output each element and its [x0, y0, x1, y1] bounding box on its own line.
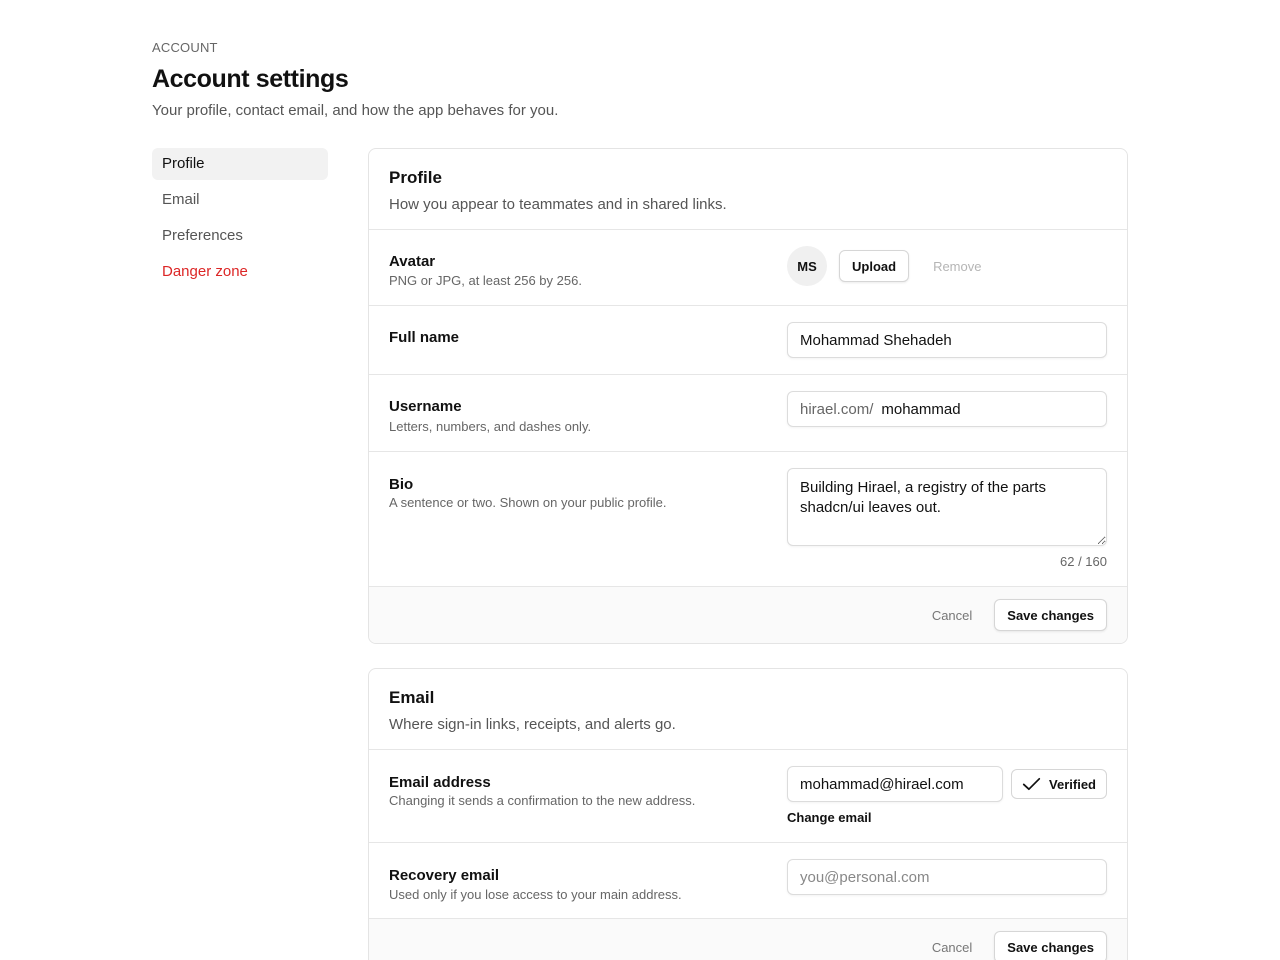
avatar-hint: PNG or JPG, at least 256 by 256. — [389, 273, 582, 288]
bio-hint: A sentence or two. Shown on your public … — [389, 495, 667, 510]
sidebar-item-danger-zone[interactable]: Danger zone — [152, 256, 328, 288]
sidebar-item-email[interactable]: Email — [152, 184, 328, 216]
verified-label: Verified — [1049, 776, 1096, 792]
email-address-input[interactable] — [787, 766, 1003, 802]
email-save-button[interactable]: Save changes — [994, 931, 1107, 960]
bio-textarea[interactable]: Building Hirael, a registry of the parts… — [787, 468, 1107, 546]
recovery-email-hint: Used only if you lose access to your mai… — [389, 887, 682, 902]
upload-avatar-button[interactable]: Upload — [839, 250, 910, 282]
verified-badge: Verified — [1011, 769, 1107, 799]
email-address-label: Email address — [389, 774, 491, 791]
remove-avatar-button[interactable]: Remove — [921, 250, 993, 282]
profile-save-button[interactable]: Save changes — [994, 599, 1107, 631]
username-label: Username — [389, 398, 462, 415]
page-eyebrow: ACCOUNT — [152, 40, 218, 55]
avatar-row: Avatar PNG or JPG, at least 256 by 256. … — [369, 230, 1127, 306]
bio-char-counter: 62 / 160 — [1060, 554, 1107, 569]
recovery-email-row: Recovery email Used only if you lose acc… — [369, 843, 1127, 919]
avatar-controls: MS Upload Remove — [787, 246, 993, 286]
bio-label: Bio — [389, 476, 414, 493]
email-card-title: Email — [389, 688, 435, 707]
avatar: MS — [787, 246, 827, 286]
recovery-email-label: Recovery email — [389, 867, 500, 884]
username-row: Username Letters, numbers, and dashes on… — [369, 375, 1127, 452]
check-icon — [1022, 777, 1041, 791]
username-hint: Letters, numbers, and dashes only. — [389, 419, 592, 434]
avatar-label: Avatar — [389, 253, 436, 270]
change-email-button[interactable]: Change email — [787, 810, 872, 825]
username-field[interactable]: hirael.com/ — [787, 391, 1107, 427]
settings-sidebar: Profile Email Preferences Danger zone — [152, 148, 328, 292]
full-name-label: Full name — [389, 329, 460, 346]
profile-cancel-button[interactable]: Cancel — [920, 599, 984, 631]
profile-card-title: Profile — [389, 168, 442, 187]
email-card: Email Where sign-in links, receipts, and… — [368, 668, 1128, 960]
full-name-row: Full name — [369, 306, 1127, 375]
username-prefix: hirael.com/ — [800, 400, 874, 418]
page-title: Account settings — [152, 65, 349, 93]
email-card-header: Email Where sign-in links, receipts, and… — [369, 669, 1127, 750]
email-cancel-button[interactable]: Cancel — [920, 931, 984, 960]
page-subtitle: Your profile, contact email, and how the… — [152, 102, 559, 119]
profile-card-description: How you appear to teammates and in share… — [389, 196, 727, 213]
full-name-input[interactable] — [787, 322, 1107, 358]
profile-card-footer: Cancel Save changes — [369, 587, 1127, 643]
profile-card-header: Profile How you appear to teammates and … — [369, 149, 1127, 230]
email-card-description: Where sign-in links, receipts, and alert… — [389, 716, 676, 733]
email-card-footer: Cancel Save changes — [369, 919, 1127, 960]
page-header: ACCOUNT Account settings Your profile, c… — [152, 40, 1128, 121]
email-address-hint: Changing it sends a confirmation to the … — [389, 793, 696, 808]
recovery-email-input[interactable] — [787, 859, 1107, 895]
sidebar-item-profile[interactable]: Profile — [152, 148, 328, 180]
sidebar-item-preferences[interactable]: Preferences — [152, 220, 328, 252]
username-input[interactable] — [881, 400, 1082, 418]
bio-row: Bio A sentence or two. Shown on your pub… — [369, 452, 1127, 587]
email-address-row: Email address Changing it sends a confir… — [369, 750, 1127, 843]
profile-card: Profile How you appear to teammates and … — [368, 148, 1128, 644]
